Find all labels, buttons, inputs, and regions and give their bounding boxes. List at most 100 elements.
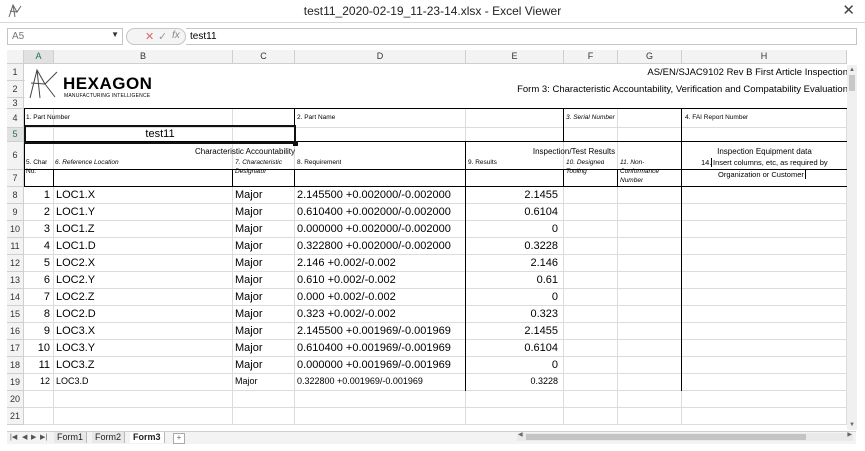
char-number-cell[interactable]: 1: [24, 189, 54, 201]
result-cell[interactable]: 2.1455: [466, 189, 562, 201]
result-cell[interactable]: 0.6104: [466, 206, 562, 218]
column-header-d[interactable]: D: [295, 50, 466, 64]
requirement-cell[interactable]: 2.145500 +0.001969/-0.001969: [297, 325, 464, 337]
char-number-cell[interactable]: 5: [24, 257, 54, 269]
requirement-cell[interactable]: 0.322800 +0.001969/-0.001969: [297, 376, 464, 386]
requirement-cell[interactable]: 0.323 +0.002/-0.002: [297, 308, 464, 320]
result-cell[interactable]: 0.3228: [466, 376, 562, 386]
fill-handle[interactable]: [293, 141, 298, 146]
designator-cell[interactable]: Major: [235, 308, 293, 320]
row-header-19[interactable]: 19: [7, 374, 24, 391]
reference-location-cell[interactable]: LOC1.D: [56, 240, 231, 252]
row-header-6[interactable]: 6: [7, 142, 24, 170]
select-all-corner[interactable]: [7, 50, 24, 64]
close-window-button[interactable]: ✕: [842, 2, 855, 20]
result-cell[interactable]: 0: [466, 359, 562, 371]
reference-location-cell[interactable]: LOC1.Y: [56, 206, 231, 218]
reference-location-cell[interactable]: LOC3.X: [56, 325, 231, 337]
row-header-18[interactable]: 18: [7, 357, 24, 374]
row-header-21[interactable]: 21: [7, 408, 24, 425]
char-number-cell[interactable]: 6: [24, 274, 54, 286]
char-number-cell[interactable]: 3: [24, 223, 54, 235]
tab-form1[interactable]: Form1: [54, 432, 88, 443]
requirement-cell[interactable]: 0.610400 +0.002000/-0.002000: [297, 206, 464, 218]
row-header-15[interactable]: 15: [7, 306, 24, 323]
add-sheet-icon[interactable]: +: [173, 433, 185, 444]
reference-location-cell[interactable]: LOC2.D: [56, 308, 231, 320]
designator-cell[interactable]: Major: [235, 223, 293, 235]
reference-location-cell[interactable]: LOC2.Y: [56, 274, 231, 286]
scroll-left-icon[interactable]: ◀: [518, 431, 523, 438]
result-cell[interactable]: 2.146: [466, 257, 562, 269]
name-box[interactable]: A5 ▼: [7, 28, 123, 45]
check-icon[interactable]: ✓: [158, 30, 167, 43]
reference-location-cell[interactable]: LOC3.Z: [56, 359, 231, 371]
designator-cell[interactable]: Major: [235, 189, 293, 201]
char-number-cell[interactable]: 4: [24, 240, 54, 252]
scroll-right-icon[interactable]: ▶: [847, 431, 852, 438]
designator-cell[interactable]: Major: [235, 257, 293, 269]
reference-location-cell[interactable]: LOC2.X: [56, 257, 231, 269]
column-header-e[interactable]: E: [466, 50, 564, 64]
row-header-1[interactable]: 1: [7, 64, 24, 81]
row-header-5[interactable]: 5: [7, 128, 24, 142]
reference-location-cell[interactable]: LOC3.Y: [56, 342, 231, 354]
designator-cell[interactable]: Major: [235, 359, 293, 371]
requirement-cell[interactable]: 0.000000 +0.001969/-0.001969: [297, 359, 464, 371]
requirement-cell[interactable]: 2.145500 +0.002000/-0.002000: [297, 189, 464, 201]
char-number-cell[interactable]: 12: [24, 376, 54, 386]
requirement-cell[interactable]: 0.322800 +0.002000/-0.002000: [297, 240, 464, 252]
prev-sheet-icon[interactable]: ◀: [22, 432, 27, 443]
row-header-8[interactable]: 8: [7, 187, 24, 204]
char-number-cell[interactable]: 11: [24, 359, 54, 371]
result-cell[interactable]: 0.61: [466, 274, 562, 286]
result-cell[interactable]: 0: [466, 291, 562, 303]
requirement-cell[interactable]: 0.000 +0.002/-0.002: [297, 291, 464, 303]
requirement-cell[interactable]: 0.610 +0.002/-0.002: [297, 274, 464, 286]
result-cell[interactable]: 2.1455: [466, 325, 562, 337]
column-header-a[interactable]: A: [24, 50, 54, 64]
reference-location-cell[interactable]: LOC3.D: [56, 376, 231, 386]
result-cell[interactable]: 0.6104: [466, 342, 562, 354]
row-header-13[interactable]: 13: [7, 272, 24, 289]
last-sheet-icon[interactable]: ▶|: [40, 432, 47, 443]
result-cell[interactable]: 0.3228: [466, 240, 562, 252]
next-sheet-icon[interactable]: ▶: [31, 432, 36, 443]
scroll-down-icon[interactable]: ▼: [849, 422, 855, 428]
row-header-7[interactable]: 7: [7, 170, 24, 187]
column-header-g[interactable]: G: [618, 50, 682, 64]
cancel-icon[interactable]: ✕: [145, 30, 154, 43]
result-cell[interactable]: 0: [466, 223, 562, 235]
row-header-10[interactable]: 10: [7, 221, 24, 238]
row-header-17[interactable]: 17: [7, 340, 24, 357]
designator-cell[interactable]: Major: [235, 291, 293, 303]
designator-cell[interactable]: Major: [235, 206, 293, 218]
designator-cell[interactable]: Major: [235, 342, 293, 354]
tab-form2[interactable]: Form2: [92, 432, 126, 443]
char-number-cell[interactable]: 7: [24, 291, 54, 303]
char-number-cell[interactable]: 8: [24, 308, 54, 320]
reference-location-cell[interactable]: LOC1.Z: [56, 223, 231, 235]
requirement-cell[interactable]: 0.610400 +0.001969/-0.001969: [297, 342, 464, 354]
horizontal-scrollbar[interactable]: ◀ ▶: [517, 431, 853, 441]
char-number-cell[interactable]: 10: [24, 342, 54, 354]
column-header-c[interactable]: C: [233, 50, 295, 64]
scroll-up-icon[interactable]: ▲: [849, 67, 855, 73]
result-cell[interactable]: 0.323: [466, 308, 562, 320]
column-header-b[interactable]: B: [54, 50, 233, 64]
column-header-h[interactable]: H: [682, 50, 847, 64]
designator-cell[interactable]: Major: [235, 240, 293, 252]
formula-input[interactable]: test11: [186, 28, 857, 45]
row-header-9[interactable]: 9: [7, 204, 24, 221]
vertical-scrollbar[interactable]: ▲ ▼: [847, 65, 857, 430]
row-header-2[interactable]: 2: [7, 81, 24, 98]
tab-form3[interactable]: Form3: [130, 432, 165, 443]
chevron-down-icon[interactable]: ▼: [111, 30, 119, 39]
row-header-20[interactable]: 20: [7, 391, 24, 408]
row-header-4[interactable]: 4: [7, 109, 24, 128]
horizontal-scroll-thumb[interactable]: [526, 434, 806, 440]
designator-cell[interactable]: Major: [235, 325, 293, 337]
row-header-11[interactable]: 11: [7, 238, 24, 255]
row-header-12[interactable]: 12: [7, 255, 24, 272]
vertical-scroll-thumb[interactable]: [849, 75, 855, 91]
